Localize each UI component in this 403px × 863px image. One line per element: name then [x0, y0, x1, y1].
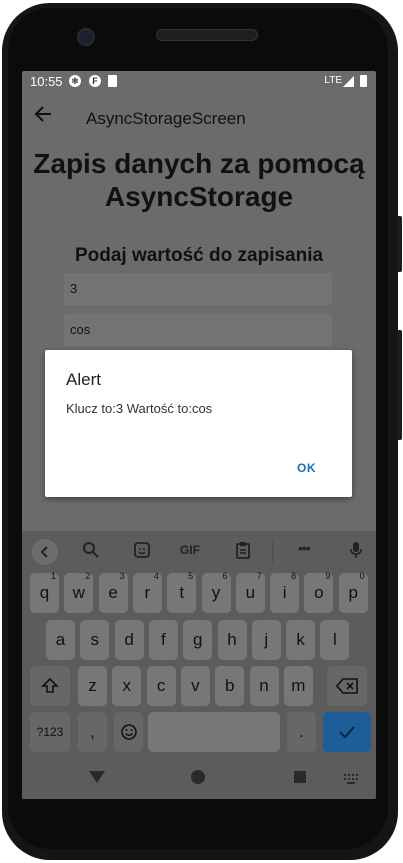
- section-heading: Podaj wartość do zapisania: [74, 245, 324, 266]
- navigation-bar: [22, 757, 376, 799]
- back-arrow-icon[interactable]: [34, 105, 52, 129]
- key-b[interactable]: b: [215, 666, 245, 706]
- alert-message: Klucz to:3 Wartość to:cos: [66, 401, 213, 416]
- keyboard-row-3: zxcvbnm: [22, 666, 376, 710]
- key-s[interactable]: s: [80, 620, 110, 660]
- key-u[interactable]: u7: [235, 571, 265, 613]
- keyboard-row-4: ?123 , .: [22, 712, 376, 756]
- alert-dialog: Alert Klucz to:3 Wartość to:cos OK: [45, 350, 352, 497]
- key-j[interactable]: j: [251, 620, 281, 660]
- earpiece-speaker: [156, 29, 258, 41]
- period-key[interactable]: .: [287, 712, 316, 752]
- enter-key[interactable]: [323, 712, 371, 752]
- soft-keyboard: GIF ••• q1w2e3r4t5y6u7i8o9p0 asdfghjkl z…: [22, 531, 376, 757]
- fp-icon: F: [89, 75, 101, 87]
- keyboard-switch-icon[interactable]: [344, 771, 358, 784]
- key-a[interactable]: a: [46, 620, 75, 660]
- key-hint: 4: [153, 571, 159, 581]
- symbols-key[interactable]: ?123: [30, 712, 70, 752]
- sticker-icon[interactable]: [133, 541, 151, 562]
- react-icon: ⚛: [69, 75, 81, 87]
- key-hint: 7: [256, 571, 262, 581]
- key-n[interactable]: n: [249, 666, 279, 706]
- key-hint: 3: [119, 571, 125, 581]
- key-p[interactable]: p0: [338, 571, 368, 613]
- key-input[interactable]: 3: [64, 273, 332, 305]
- network-type: LTE: [324, 75, 342, 86]
- key-hint: 2: [85, 571, 91, 581]
- value-input[interactable]: cos: [64, 314, 332, 346]
- collapse-toolbar-button[interactable]: [32, 539, 58, 565]
- ok-button[interactable]: OK: [297, 461, 316, 475]
- clipboard-icon[interactable]: [234, 541, 252, 562]
- toolbar-divider: [272, 541, 273, 563]
- key-r[interactable]: r4: [132, 571, 162, 613]
- key-z[interactable]: z: [78, 666, 107, 706]
- key-o[interactable]: o9: [304, 571, 334, 613]
- app-bar: AsyncStorageScreen: [22, 93, 376, 143]
- key-l[interactable]: l: [320, 620, 350, 660]
- key-f[interactable]: f: [148, 620, 178, 660]
- more-options-icon[interactable]: •••: [298, 540, 311, 556]
- gif-button[interactable]: GIF: [180, 543, 200, 557]
- key-x[interactable]: x: [112, 666, 142, 706]
- key-w[interactable]: w2: [64, 571, 94, 613]
- key-hint: 5: [188, 571, 194, 581]
- search-icon[interactable]: [82, 541, 100, 562]
- nav-recents-icon[interactable]: [294, 771, 306, 783]
- status-bar: 10:55 ⚛ F LTE: [22, 71, 376, 93]
- signal-icon: [343, 76, 354, 87]
- page-title-line1: Zapis danych za pomocą: [33, 148, 365, 179]
- shift-key[interactable]: [30, 666, 70, 706]
- key-i[interactable]: i8: [270, 571, 300, 613]
- key-hint: 1: [50, 571, 56, 581]
- key-hint: 9: [325, 571, 331, 581]
- alert-title: Alert: [66, 370, 101, 389]
- screen: 10:55 ⚛ F LTE AsyncStorageScreen Zapis d…: [22, 71, 376, 799]
- page-title: Zapis danych za pomocą AsyncStorage: [22, 147, 376, 213]
- keyboard-row-2: asdfghjkl: [22, 620, 376, 664]
- front-camera: [77, 28, 95, 46]
- backspace-key[interactable]: [327, 666, 367, 706]
- comma-key[interactable]: ,: [78, 712, 107, 752]
- key-g[interactable]: g: [183, 620, 213, 660]
- battery-icon: [360, 75, 367, 87]
- emoji-key[interactable]: [114, 712, 143, 752]
- power-button[interactable]: [397, 216, 402, 272]
- key-q[interactable]: q1: [30, 571, 59, 613]
- key-hint: 0: [359, 571, 365, 581]
- mic-icon[interactable]: [349, 541, 363, 562]
- nav-home-icon[interactable]: [191, 770, 205, 784]
- key-hint: 6: [222, 571, 228, 581]
- status-time: 10:55: [30, 74, 63, 89]
- volume-button[interactable]: [397, 330, 402, 440]
- key-t[interactable]: t5: [167, 571, 197, 613]
- key-hint: 8: [291, 571, 297, 581]
- key-d[interactable]: d: [114, 620, 144, 660]
- key-k[interactable]: k: [286, 620, 316, 660]
- space-bar[interactable]: [148, 712, 280, 752]
- nav-back-icon[interactable]: [89, 771, 105, 783]
- key-y[interactable]: y6: [201, 571, 231, 613]
- key-e[interactable]: e3: [98, 571, 128, 613]
- app-bar-title: AsyncStorageScreen: [86, 109, 246, 128]
- key-m[interactable]: m: [283, 666, 313, 706]
- key-h[interactable]: h: [217, 620, 247, 660]
- page-title-line2: AsyncStorage: [104, 181, 294, 212]
- sd-card-icon: [108, 75, 117, 87]
- key-v[interactable]: v: [180, 666, 210, 706]
- key-c[interactable]: c: [146, 666, 176, 706]
- keyboard-row-1: q1w2e3r4t5y6u7i8o9p0: [22, 571, 376, 617]
